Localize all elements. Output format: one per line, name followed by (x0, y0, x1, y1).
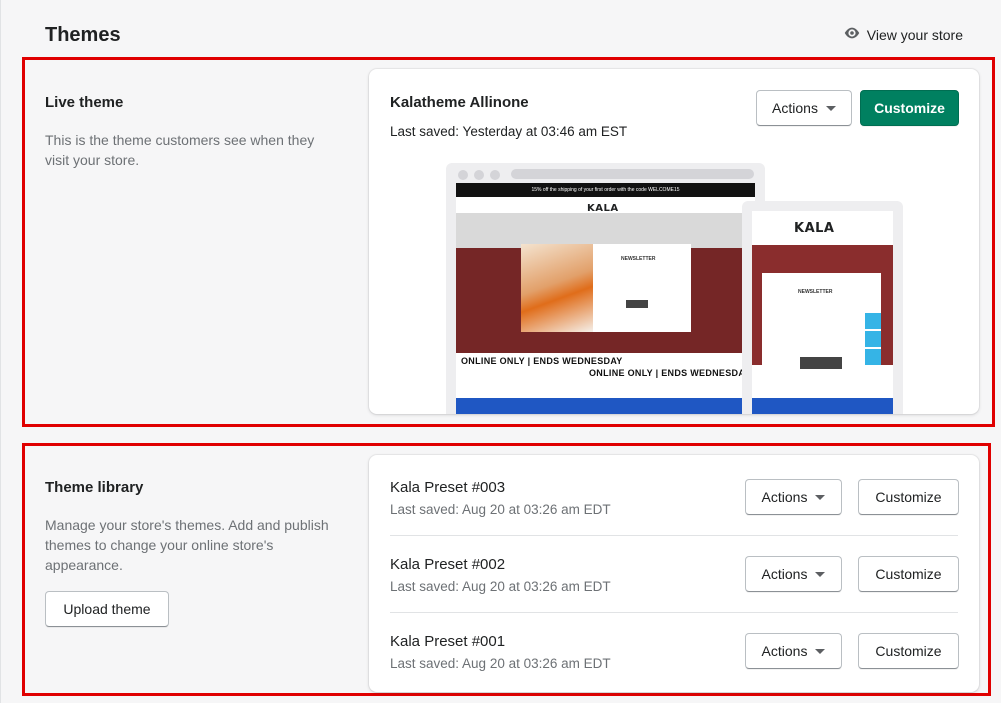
actions-label: Actions (761, 643, 808, 659)
mobile-send-button-preview (800, 357, 842, 369)
model-image (521, 244, 593, 332)
eye-icon (843, 24, 861, 45)
view-store-link[interactable]: View your store (843, 24, 963, 45)
row-divider (390, 612, 958, 613)
home-icon (865, 331, 881, 347)
row-divider (390, 535, 958, 536)
banner-line-2: ONLINE ONLY | ENDS WEDNESDAY (589, 368, 751, 378)
theme-name: Kala Preset #002 (390, 556, 506, 573)
theme-name: Kala Preset #003 (390, 479, 506, 496)
upload-theme-button[interactable]: Upload theme (45, 591, 169, 627)
theme-library-card: Kala Preset #003 Last saved: Aug 20 at 0… (369, 455, 979, 692)
live-customize-button[interactable]: Customize (860, 90, 959, 126)
mobile-preview: KALA NEWSLETTER (742, 201, 903, 414)
theme-name: Kala Preset #001 (390, 633, 506, 650)
caret-down-icon (825, 105, 836, 111)
actions-label: Actions (772, 100, 818, 116)
page-title: Themes (45, 24, 121, 46)
live-theme-last-saved: Last saved: Yesterday at 03:46 am EST (390, 124, 628, 139)
newsletter-modal: NEWSLETTER (521, 244, 691, 332)
mobile-newsletter-modal: NEWSLETTER (762, 273, 881, 406)
window-dot-icon (490, 170, 500, 180)
caret-down-icon (815, 494, 826, 500)
customize-button[interactable]: Customize (858, 479, 959, 515)
newsletter-title: NEWSLETTER (621, 256, 656, 262)
live-theme-name: Kalatheme Allinone (390, 94, 529, 111)
theme-last-saved: Last saved: Aug 20 at 03:26 am EDT (390, 579, 611, 594)
actions-button[interactable]: Actions (745, 556, 842, 592)
send-button-preview (626, 300, 648, 308)
live-theme-title: Live theme (45, 94, 124, 111)
theme-library-title: Theme library (45, 479, 144, 496)
theme-last-saved: Last saved: Aug 20 at 03:26 am EDT (390, 656, 611, 671)
kala-logo-mobile: KALA (794, 221, 835, 236)
cookie-bar (456, 398, 755, 414)
window-dot-icon (458, 170, 468, 180)
caret-down-icon (815, 648, 826, 654)
mobile-newsletter-title: NEWSLETTER (798, 289, 833, 295)
window-dot-icon (474, 170, 484, 180)
desktop-preview: 15% off the shipping of your first order… (446, 163, 765, 414)
theme-library-description: Manage your store's themes. Add and publ… (45, 517, 329, 573)
customize-button[interactable]: Customize (858, 633, 959, 669)
banner-line-1: ONLINE ONLY | ENDS WEDNESDAY (461, 356, 623, 366)
mobile-screen: KALA NEWSLETTER (752, 211, 893, 414)
view-store-label: View your store (866, 26, 963, 43)
settings-icon (865, 349, 881, 365)
address-bar (511, 169, 754, 179)
actions-button[interactable]: Actions (745, 633, 842, 669)
actions-label: Actions (761, 566, 808, 582)
side-buttons (865, 313, 881, 367)
live-theme-description: This is the theme customers see when the… (45, 132, 315, 168)
actions-button[interactable]: Actions (745, 479, 842, 515)
actions-label: Actions (761, 489, 808, 505)
play-icon (865, 313, 881, 329)
promo-bar: 15% off the shipping of your first order… (456, 183, 755, 197)
sidebar-edge (0, 0, 1, 703)
mobile-cookie-bar (752, 398, 893, 414)
caret-down-icon (815, 571, 826, 577)
desktop-screen: 15% off the shipping of your first order… (456, 183, 755, 414)
live-theme-card: Kalatheme Allinone Last saved: Yesterday… (369, 69, 979, 414)
live-actions-button[interactable]: Actions (756, 90, 852, 126)
theme-last-saved: Last saved: Aug 20 at 03:26 am EDT (390, 502, 611, 517)
customize-button[interactable]: Customize (858, 556, 959, 592)
